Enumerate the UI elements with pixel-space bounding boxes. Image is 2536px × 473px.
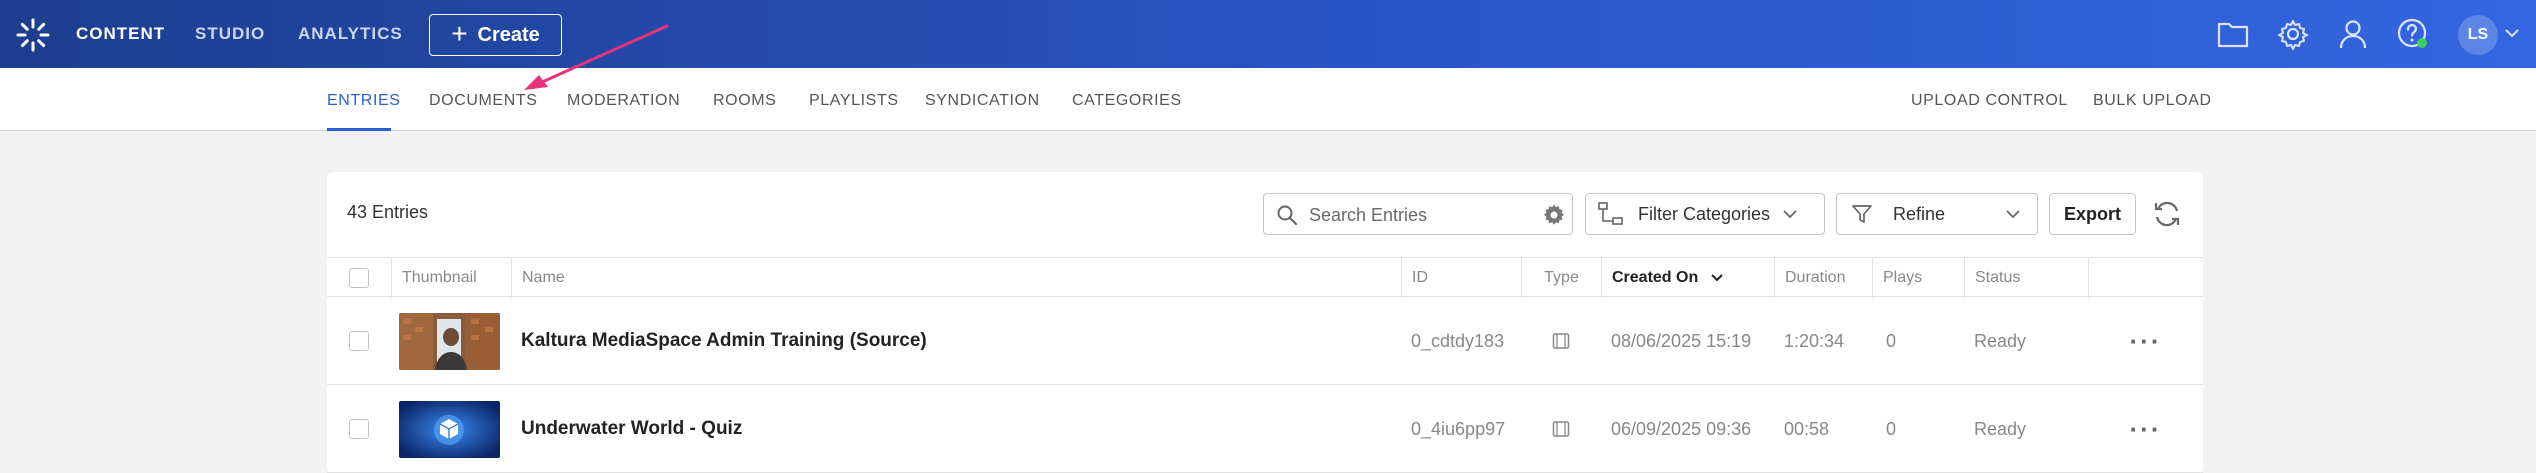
thumbnail-underwater-world[interactable]	[399, 400, 500, 458]
nav-analytics[interactable]: ANALYTICS	[298, 0, 403, 68]
tab-documents[interactable]: DOCUMENTS	[429, 92, 538, 110]
tab-playlists[interactable]: PLAYLISTS	[809, 92, 899, 110]
tab-rooms[interactable]: ROOMS	[713, 92, 776, 110]
column-duration[interactable]: Duration	[1774, 258, 1872, 298]
bulk-upload-link[interactable]: BULK UPLOAD	[2093, 92, 2212, 110]
online-status-dot	[2417, 38, 2427, 48]
entry-duration: 00:58	[1784, 418, 1830, 439]
column-id[interactable]: ID	[1401, 258, 1521, 298]
search-input[interactable]	[1309, 203, 1529, 227]
sub-navigation: ENTRIES DOCUMENTS MODERATION ROOMS PLAYL…	[0, 68, 2536, 131]
thumbnail-cell[interactable]	[391, 385, 511, 473]
column-created-on-label: Created On	[1612, 269, 1699, 286]
row-checkbox[interactable]	[349, 331, 369, 351]
refine-label: Refine	[1893, 203, 1946, 224]
top-bar: CONTENT STUDIO ANALYTICS + Create LS	[0, 0, 2536, 68]
user-icon[interactable]	[2335, 16, 2371, 52]
create-button-label: Create	[477, 23, 540, 46]
table-header: Thumbnail Name ID Type Created On Durati…	[327, 257, 2203, 298]
select-all-checkbox[interactable]	[349, 268, 369, 288]
thumbnail-admin-training[interactable]	[399, 312, 500, 370]
active-tab-indicator	[327, 128, 391, 131]
entry-status: Ready	[1974, 330, 2027, 351]
avatar[interactable]: LS	[2458, 15, 2498, 55]
entry-name[interactable]: Kaltura MediaSpace Admin Training (Sourc…	[511, 297, 1401, 385]
video-icon	[1521, 385, 1601, 473]
entry-status: Ready	[1974, 418, 2027, 439]
entry-id: 0_cdtdy183	[1411, 330, 1505, 351]
column-thumbnail: Thumbnail	[391, 258, 511, 298]
help-icon[interactable]	[2395, 16, 2431, 52]
plus-icon: +	[451, 17, 468, 49]
more-actions-icon[interactable]: ···	[2088, 297, 2203, 385]
tab-moderation[interactable]: MODERATION	[567, 92, 680, 110]
chevron-down-icon	[2006, 210, 2020, 219]
row-checkbox-cell	[327, 297, 391, 385]
column-actions	[2088, 258, 2203, 298]
entry-id: 0_4iu6pp97	[1411, 418, 1506, 439]
kaltura-logo-icon[interactable]	[15, 17, 51, 53]
nav-content[interactable]: CONTENT	[76, 0, 165, 68]
folder-icon[interactable]	[2215, 16, 2251, 52]
video-icon	[1521, 297, 1601, 385]
column-status[interactable]: Status	[1964, 258, 2088, 298]
create-button[interactable]: + Create	[429, 14, 562, 56]
entry-plays: 0	[1886, 330, 1897, 351]
refine-dropdown[interactable]: Refine	[1836, 193, 2038, 235]
search-icon	[1277, 205, 1298, 226]
filter-funnel-icon	[1852, 205, 1872, 223]
entry-duration: 1:20:34	[1784, 330, 1845, 351]
tab-categories[interactable]: CATEGORIES	[1072, 92, 1182, 110]
nav-studio[interactable]: STUDIO	[195, 0, 265, 68]
export-button[interactable]: Export	[2049, 193, 2136, 235]
hierarchy-icon	[1598, 202, 1623, 225]
entry-created-on: 08/06/2025 15:19	[1611, 330, 1752, 351]
search-box[interactable]	[1263, 193, 1573, 235]
refresh-icon[interactable]	[2151, 198, 2183, 230]
filter-categories-dropdown[interactable]: Filter Categories	[1585, 193, 1825, 235]
gear-icon[interactable]	[2275, 16, 2311, 52]
thumbnail-cell[interactable]	[391, 297, 511, 385]
column-created-on[interactable]: Created On	[1601, 258, 1774, 298]
search-settings-gear-icon[interactable]	[1542, 203, 1566, 227]
row-checkbox-cell	[327, 385, 391, 473]
entry-created-on: 06/09/2025 09:36	[1611, 418, 1752, 439]
entry-plays: 0	[1886, 418, 1897, 439]
chevron-down-icon	[1783, 210, 1797, 219]
select-all-checkbox-cell	[327, 258, 391, 298]
table-row[interactable]: Kaltura MediaSpace Admin Training (Sourc…	[327, 297, 2203, 385]
chevron-down-icon[interactable]	[2504, 27, 2520, 39]
row-checkbox[interactable]	[349, 419, 369, 439]
entries-count: 43 Entries	[347, 202, 429, 222]
tab-entries[interactable]: ENTRIES	[327, 92, 401, 110]
upload-control-link[interactable]: UPLOAD CONTROL	[1911, 92, 2068, 110]
column-plays[interactable]: Plays	[1872, 258, 1964, 298]
column-type[interactable]: Type	[1521, 258, 1601, 298]
entry-name[interactable]: Underwater World - Quiz	[511, 385, 1401, 473]
filter-categories-label: Filter Categories	[1638, 203, 1771, 224]
tab-syndication[interactable]: SYNDICATION	[925, 92, 1040, 110]
sort-descending-icon	[1711, 274, 1723, 282]
more-actions-icon[interactable]: ···	[2088, 385, 2203, 473]
column-name[interactable]: Name	[511, 258, 1401, 298]
table-row[interactable]: Underwater World - Quiz 0_4iu6pp97 06/09…	[327, 385, 2203, 473]
entries-panel: 43 Entries Filter Categories Refine Expo…	[327, 172, 2203, 473]
